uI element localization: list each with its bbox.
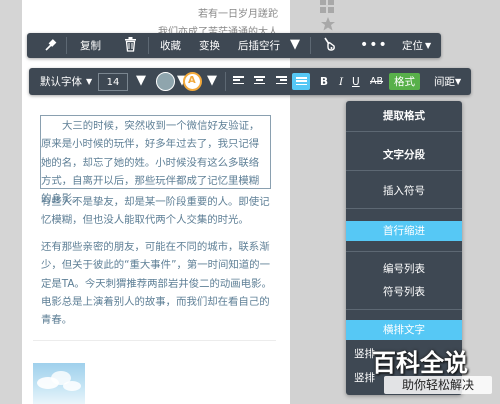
article-image[interactable] <box>33 363 85 404</box>
menu-item-text-paragraph[interactable]: 文字分段 <box>346 150 462 161</box>
trash-icon[interactable] <box>124 37 137 55</box>
grid-icon[interactable] <box>320 0 334 17</box>
bg-color-dropdown-icon[interactable]: ▼ <box>207 74 217 87</box>
top-line-1: 若有一日岁月蹉跎 <box>198 9 278 20</box>
align-justify-icon <box>296 77 307 87</box>
paragraph-3: 还有那些亲密的朋友，可能在不同的城市，联系渐少，但关于彼此的“重大事件”，第一时… <box>41 241 272 327</box>
copy-button[interactable]: 复制 <box>80 41 101 52</box>
spacing-button[interactable]: 间距 <box>434 77 455 88</box>
menu-separator <box>346 309 462 310</box>
font-family-dropdown-icon[interactable]: ▼ <box>86 78 92 86</box>
pin-icon[interactable] <box>44 38 58 55</box>
bg-color-a-icon: A <box>188 75 196 86</box>
align-left-icon[interactable] <box>233 76 244 86</box>
text-color-swatch[interactable] <box>156 72 175 91</box>
underline-button[interactable]: U <box>352 77 360 88</box>
align-right-icon[interactable] <box>276 76 287 86</box>
menu-item-numbered-list[interactable]: 编号列表 <box>346 264 462 275</box>
menu-item-first-line-indent[interactable]: 首行缩进 <box>346 221 462 241</box>
blank-line-button[interactable]: 后插空行 <box>238 41 280 52</box>
blank-line-dropdown-icon[interactable]: ▼ <box>290 38 300 51</box>
toolbar-separator <box>148 37 149 54</box>
spacing-dropdown-icon[interactable]: ▼ <box>455 78 461 86</box>
menu-separator <box>346 131 462 132</box>
menu-item-insert-symbol[interactable]: 插入符号 <box>346 186 462 197</box>
font-family-select[interactable]: 默认字体 <box>40 77 82 88</box>
watermark-logo: 百科全说 助你轻松解决 <box>372 341 496 399</box>
more-dots-icon[interactable]: ••• <box>360 38 388 52</box>
align-center-icon[interactable] <box>254 76 265 86</box>
collect-button[interactable]: 收藏 <box>160 41 181 52</box>
menu-item-bullet-list[interactable]: 符号列表 <box>346 287 462 298</box>
font-size-dropdown-icon[interactable]: ▼ <box>136 74 146 87</box>
toolbar-separator <box>225 72 226 91</box>
toolbar-separator <box>310 37 311 54</box>
menu-item-horizontal-text[interactable]: 横排文字 <box>346 320 462 340</box>
watermark-title: 百科全说 <box>372 349 468 377</box>
top-line-2: 我们亦成了苦茫通通的大人 <box>158 27 278 33</box>
italic-button[interactable]: I <box>339 77 343 88</box>
paragraph-divider <box>33 340 276 341</box>
format-button-label: 格式 <box>394 76 415 88</box>
menu-separator <box>346 170 462 171</box>
bold-button[interactable]: B <box>320 77 328 88</box>
toolbar-separator <box>66 37 67 54</box>
paragraph-2: 有些人不是挚友，却是某一阶段重要的人。即使记忆模糊，但也没人能取代两个人交集的时… <box>41 196 270 227</box>
format-painter-icon[interactable] <box>322 37 337 55</box>
strikethrough-button[interactable]: AB <box>370 77 383 87</box>
watermark-subtitle: 助你轻松解决 <box>384 376 492 394</box>
transform-button[interactable]: 变换 <box>199 41 220 52</box>
menu-item-extract-format[interactable]: 提取格式 <box>346 111 462 122</box>
position-button[interactable]: 定位 <box>402 41 423 52</box>
position-dropdown-icon[interactable]: ▼ <box>425 42 431 50</box>
font-size-input[interactable] <box>98 73 128 91</box>
menu-separator <box>346 208 462 209</box>
menu-separator <box>346 251 462 252</box>
